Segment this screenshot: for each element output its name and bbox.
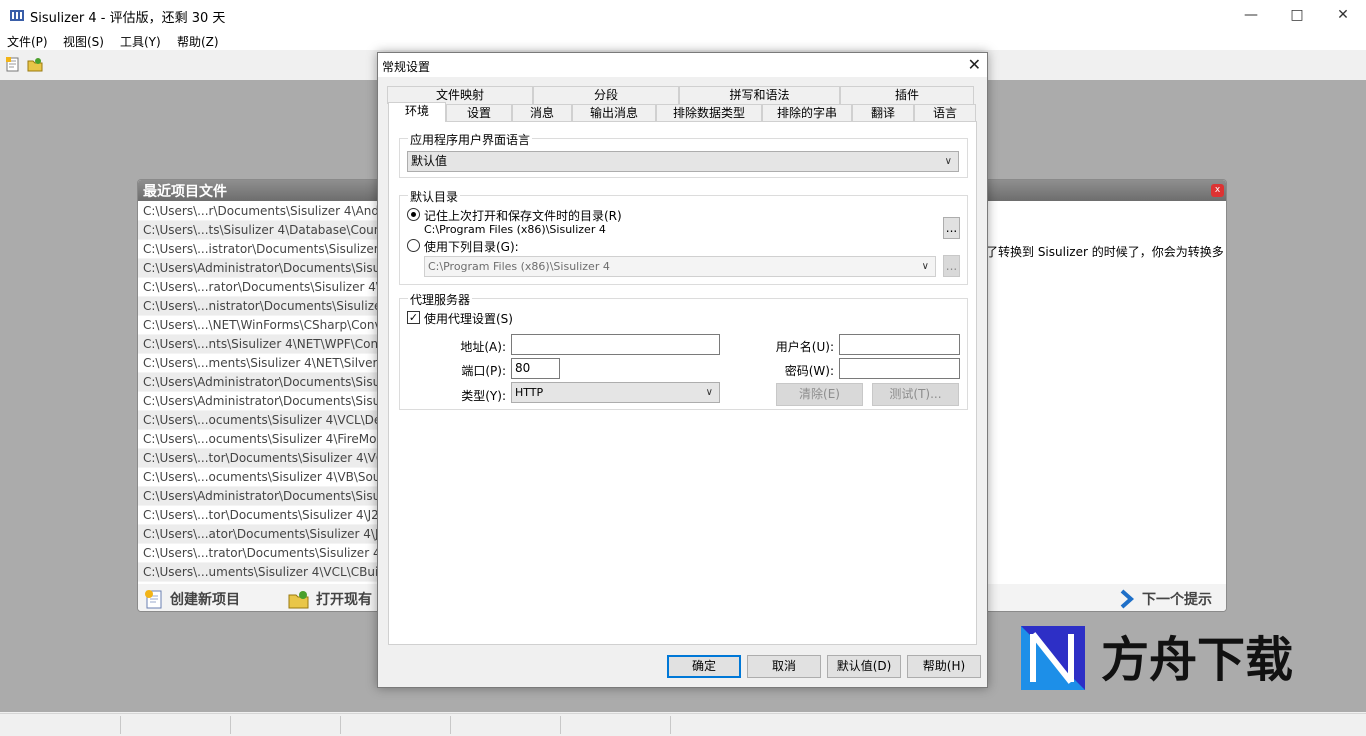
use-dir-select[interactable]: C:\Program Files (x86)\Sisulizer 4 ∨ [424,256,936,277]
recent-file-item[interactable]: C:\Users\...nistrator\Documents\Sisulize… [138,297,380,316]
username-input[interactable] [839,334,960,355]
new-project-icon[interactable] [6,57,20,75]
username-label: 用户名(U): [775,340,834,354]
proxy-group: 代理服务器 ✓ 使用代理设置(S) 地址(A): 端口(P): 80 类型(Y)… [399,291,968,410]
recent-file-item[interactable]: C:\Users\Administrator\Documents\Sisuliz… [138,487,380,506]
ui-language-group-title: 应用程序用户界面语言 [408,131,533,148]
tab-translation[interactable]: 翻译 [852,104,914,122]
open-project-icon[interactable] [27,57,43,75]
cancel-button[interactable]: 取消 [747,655,821,678]
recent-file-item[interactable]: C:\Users\Administrator\Documents\Sisuliz… [138,259,380,278]
tab-settings[interactable]: 设置 [446,104,512,122]
test-button[interactable]: 测试(T)... [872,383,959,406]
recent-file-item[interactable]: C:\Users\...\NET\WinForms\CSharp\Conver [138,316,380,335]
port-label: 端口(P): [461,364,506,378]
tab-segmentation[interactable]: 分段 [533,86,679,104]
browse-button-2[interactable]: ... [943,255,960,277]
defaults-button[interactable]: 默认值(D) [827,655,901,678]
last-dir-path: C:\Program Files (x86)\Sisulizer 4 [424,223,606,236]
recent-file-item[interactable]: C:\Users\...tor\Documents\Sisulizer 4\VC… [138,449,380,468]
use-proxy-checkbox[interactable]: ✓ [407,311,420,324]
ok-button[interactable]: 确定 [667,655,741,678]
tab-plugins[interactable]: 插件 [840,86,974,104]
dialog-title-bar: 常规设置 ✕ [378,53,987,77]
menu-view[interactable]: 视图(S) [63,33,104,50]
new-project-icon [145,590,162,609]
recent-file-item[interactable]: C:\Users\...ator\Documents\Sisulizer 4\J… [138,525,380,544]
use-dir-radio[interactable] [407,239,420,252]
menu-help[interactable]: 帮助(Z) [177,33,219,50]
proxy-group-title: 代理服务器 [408,291,473,308]
watermark-text: 方舟下载 [1101,632,1293,688]
recent-files-list: C:\Users\...r\Documents\Sisulizer 4\Andr… [138,202,380,582]
address-input[interactable] [511,334,720,355]
proxy-type-select[interactable]: HTTP ∨ [511,382,720,403]
tab-excluded-types[interactable]: 排除数据类型 [656,104,762,122]
general-settings-dialog: 常规设置 ✕ 文件映射 分段 拼写和语法 插件 环境 设置 消息 输出消息 排除… [377,52,988,688]
watermark-logo: 方舟下载 [1019,624,1329,694]
title-bar: Sisulizer 4 - 评估版，还剩 30 天 — □ ✕ [0,0,1366,30]
status-bar [0,713,1366,736]
next-tip-link[interactable]: 下一个提示 [1118,589,1212,609]
menu-tools[interactable]: 工具(Y) [120,33,161,50]
chevron-down-icon: ∨ [944,156,952,167]
recent-file-item[interactable]: C:\Users\Administrator\Documents\Sisuliz… [138,392,380,411]
clear-button[interactable]: 清除(E) [776,383,863,406]
recent-file-item[interactable]: C:\Users\Administrator\Documents\Sisuliz… [138,373,380,392]
tab-language[interactable]: 语言 [914,104,976,122]
recent-file-item[interactable]: C:\Users\...nts\Sisulizer 4\NET\WPF\Conv… [138,335,380,354]
recent-file-item[interactable]: C:\Users\...trator\Documents\Sisulizer 4… [138,544,380,563]
create-project-link[interactable]: 创建新项目 [144,589,240,609]
browse-button-1[interactable]: ... [943,217,960,239]
window-title: Sisulizer 4 - 评估版，还剩 30 天 [30,11,226,26]
menu-file[interactable]: 文件(P) [7,33,48,50]
use-proxy-label[interactable]: 使用代理设置(S) [424,310,513,327]
ui-language-select[interactable]: 默认值 ∨ [407,151,959,172]
help-button[interactable]: 帮助(H) [907,655,981,678]
recent-file-item[interactable]: C:\Users\...ments\Sisulizer 4\NET\Silver… [138,354,380,373]
chevron-right-icon [1120,589,1135,609]
use-dir-label[interactable]: 使用下列目录(G): [424,238,519,255]
tab-spelling[interactable]: 拼写和语法 [679,86,840,104]
tab-excluded-strings[interactable]: 排除的字串 [762,104,852,122]
close-icon[interactable]: x [1211,184,1224,197]
chevron-down-icon: ∨ [921,261,929,272]
menu-bar: 文件(P) 视图(S) 工具(Y) 帮助(Z) [0,30,1366,50]
tab-environment[interactable]: 环境 [388,102,446,122]
chevron-down-icon: ∨ [705,387,713,398]
open-project-link[interactable]: 打开现有 [288,589,372,609]
recent-file-item[interactable]: C:\Users\...uments\Sisulizer 4\VCL\CBuil… [138,563,380,582]
remember-last-dir-label[interactable]: 记住上次打开和保存文件时的目录(R) [424,207,622,224]
app-icon [10,8,24,22]
tip-text: 了转换到 Sisulizer 的时候了，你会为转换多 [986,245,1224,259]
close-icon[interactable]: ✕ [1320,0,1366,30]
open-folder-icon [288,591,309,609]
recent-file-item[interactable]: C:\Users\...ts\Sisulizer 4\Database\Coun… [138,221,380,240]
ui-language-group: 应用程序用户界面语言 默认值 ∨ [399,131,968,178]
password-label: 密码(W): [784,364,834,378]
maximize-icon[interactable]: □ [1274,0,1320,30]
password-input[interactable] [839,358,960,379]
recent-file-item[interactable]: C:\Users\...rator\Documents\Sisulizer 4\… [138,278,380,297]
tab-messages[interactable]: 消息 [512,104,572,122]
environment-tab-pane: 应用程序用户界面语言 默认值 ∨ 默认目录 记住上次打开和保存文件时的目录(R)… [388,121,977,645]
default-directory-group: 默认目录 记住上次打开和保存文件时的目录(R) C:\Program Files… [399,188,968,285]
recent-file-item[interactable]: C:\Users\...tor\Documents\Sisulizer 4\J2… [138,506,380,525]
tab-output-messages[interactable]: 输出消息 [572,104,656,122]
recent-file-item[interactable]: C:\Users\...ocuments\Sisulizer 4\VCL\Del… [138,411,380,430]
default-directory-group-title: 默认目录 [408,188,461,205]
recent-files-title: 最近项目文件 [143,184,227,200]
recent-file-item[interactable]: C:\Users\...ocuments\Sisulizer 4\FireMon… [138,430,380,449]
close-icon[interactable]: ✕ [968,55,981,74]
dialog-title: 常规设置 [382,60,431,74]
type-label: 类型(Y): [461,389,506,403]
remember-last-dir-radio[interactable] [407,208,420,221]
address-label: 地址(A): [460,340,506,354]
recent-file-item[interactable]: C:\Users\...r\Documents\Sisulizer 4\Andr… [138,202,380,221]
recent-file-item[interactable]: C:\Users\...istrator\Documents\Sisulizer… [138,240,380,259]
recent-file-item[interactable]: C:\Users\...ocuments\Sisulizer 4\VB\Sour… [138,468,380,487]
port-input[interactable]: 80 [511,358,560,379]
minimize-icon[interactable]: — [1228,0,1274,30]
